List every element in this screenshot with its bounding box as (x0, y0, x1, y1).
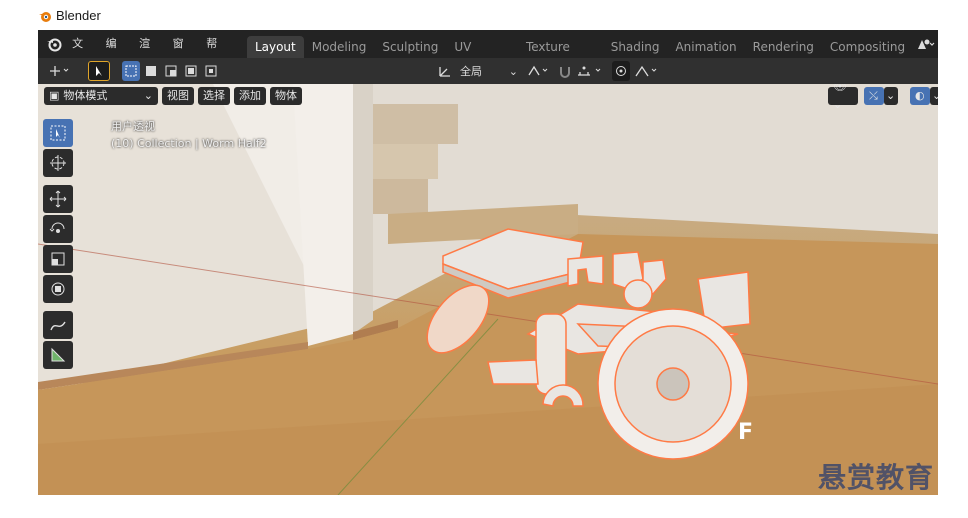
transform-icon[interactable] (43, 275, 73, 303)
pivot-point-icon[interactable] (524, 61, 554, 81)
gizmo-dropdown-icon[interactable]: ⌄ (884, 87, 898, 105)
move-icon[interactable] (43, 185, 73, 213)
tab-layout[interactable]: Layout (246, 36, 304, 58)
menu-file[interactable]: 文件 (65, 30, 99, 78)
tab-texture-paint[interactable]: Texture Paint (518, 36, 603, 76)
menu-object[interactable]: 物体 (270, 87, 302, 105)
select-mode-extend-icon[interactable] (142, 61, 160, 81)
tab-animation[interactable]: Animation (667, 36, 744, 58)
select-box-icon[interactable] (43, 119, 73, 147)
rotate-icon[interactable] (43, 215, 73, 243)
view-name: 用户透视 (111, 120, 155, 133)
menu-add[interactable]: 添加 (234, 87, 266, 105)
select-mode-invert-icon[interactable] (182, 61, 200, 81)
orientation-value: 全局 (460, 65, 482, 78)
scene-selector-icon[interactable] (913, 30, 938, 58)
mode-value: 物体模式 (63, 89, 108, 102)
mode-dropdown[interactable]: ▣ 物体模式 ⌄ (44, 87, 158, 105)
watermark: 悬赏教育 (818, 461, 935, 494)
3d-viewport[interactable]: ▣ 物体模式 ⌄ 视图 选择 添加 物体 👁⌄ ⤯ ⌄ ◐ ⌄ 用户透视 (10… (38, 84, 938, 495)
key-indicator: F (738, 420, 754, 445)
tool-shelf (43, 119, 73, 371)
proportional-editing-icon[interactable] (612, 61, 630, 81)
blender-app-icon (39, 12, 51, 22)
select-mode-subtract-icon[interactable] (162, 61, 180, 81)
window-titlebar: Blender (0, 0, 968, 30)
tab-uv-editing[interactable]: UV Editing (446, 36, 518, 76)
tab-rendering[interactable]: Rendering (745, 36, 822, 58)
tab-shading[interactable]: Shading (603, 36, 668, 58)
snap-icon[interactable] (556, 61, 574, 81)
window-title: Blender (56, 8, 101, 23)
scale-icon[interactable] (43, 245, 73, 273)
chevron-down-icon: ⌄ (143, 89, 153, 102)
gizmo-toggle-icon[interactable]: ⤯ (864, 87, 884, 105)
cursor-icon[interactable] (43, 149, 73, 177)
select-mode-intersect-icon[interactable] (202, 61, 220, 81)
menu-render[interactable]: 渲染 (132, 30, 166, 78)
snap-target-icon[interactable] (574, 61, 608, 81)
chevron-down-icon: ⌄ (508, 64, 518, 78)
tab-modeling[interactable]: Modeling (304, 36, 375, 58)
visibility-selector-icon[interactable]: 👁⌄ (828, 84, 858, 111)
annotate-icon[interactable] (43, 311, 73, 339)
menu-edit[interactable]: 编辑 (99, 30, 133, 78)
transform-pivot-icon[interactable] (44, 61, 76, 81)
blender-logo-icon[interactable] (42, 30, 65, 58)
transform-orientation-dropdown[interactable]: 全局 ⌄ (456, 61, 522, 81)
overlay-toggle-icon[interactable]: ◐ (910, 87, 930, 105)
top-menubar: 文件 编辑 渲染 窗口 帮助 Layout Modeling Sculpting… (38, 30, 938, 78)
overlay-dropdown-icon[interactable]: ⌄ (930, 87, 938, 105)
proportional-falloff-icon[interactable] (632, 61, 664, 81)
menu-window[interactable]: 窗口 (166, 30, 200, 78)
object-mode-icon: ▣ (49, 89, 60, 102)
transform-orientation-icon (436, 61, 454, 81)
menu-view[interactable]: 视图 (162, 87, 194, 105)
select-mode-new-icon[interactable] (122, 61, 140, 81)
tab-sculpting[interactable]: Sculpting (374, 36, 446, 58)
menu-select[interactable]: 选择 (198, 87, 230, 105)
select-tool-indicator-icon[interactable] (88, 61, 110, 81)
menu-help[interactable]: 帮助 (199, 30, 233, 78)
tab-compositing[interactable]: Compositing (822, 36, 913, 58)
measure-icon[interactable] (43, 341, 73, 369)
collection-info: (10) Collection | Worm Half2 (111, 137, 267, 150)
tool-settings-bar: 全局 ⌄ (38, 58, 938, 84)
